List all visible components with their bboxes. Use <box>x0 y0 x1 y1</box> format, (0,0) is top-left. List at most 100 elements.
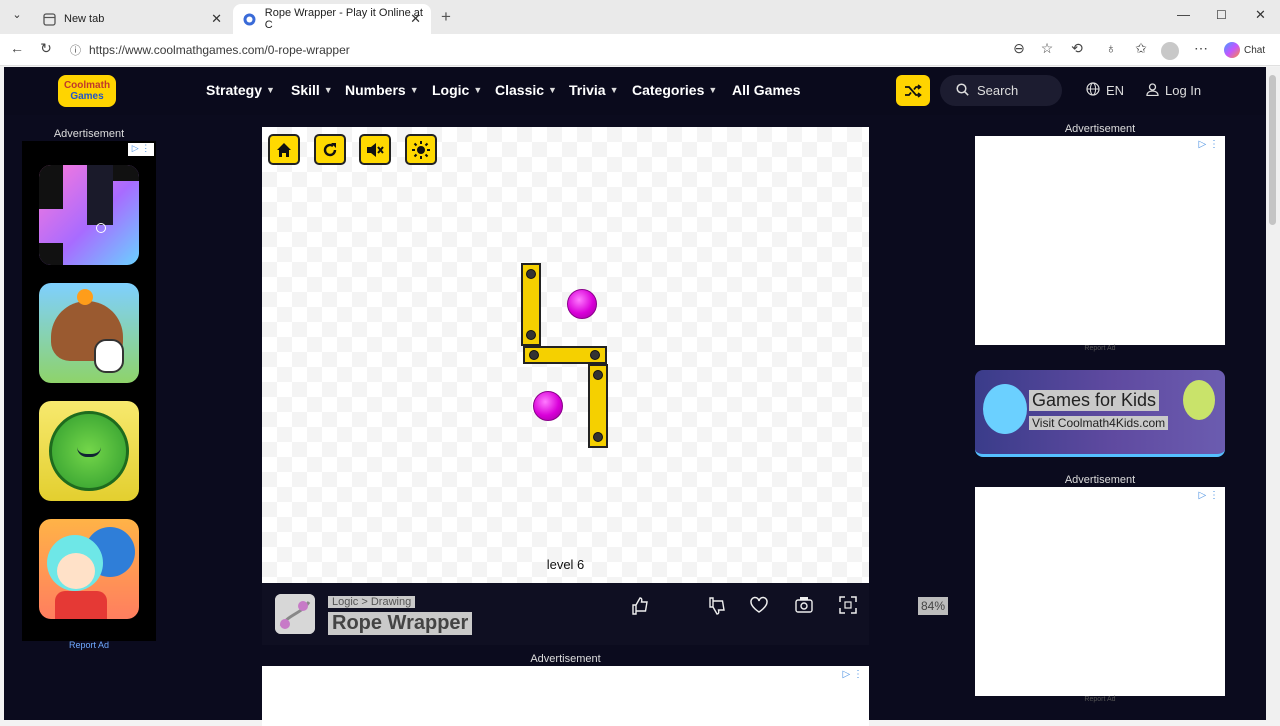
tab-rope-wrapper[interactable]: Rope Wrapper - Play it Online at C ✕ <box>233 4 431 34</box>
peg[interactable] <box>593 432 603 442</box>
peg[interactable] <box>590 350 600 360</box>
kids-ad-title: Games for Kids <box>1029 390 1160 411</box>
browser-toolbar: ← ↻ ⓘ https://www.coolmathgames.com/0-ro… <box>0 34 1280 66</box>
new-tab-button[interactable]: + <box>441 7 451 27</box>
site-header: Coolmath Games Strategy ▼ Skill ▼ Numbers ▼… <box>4 67 1266 115</box>
piano-tiles-app-icon[interactable] <box>39 165 139 265</box>
minimize-icon[interactable]: — <box>1177 7 1190 22</box>
home-button[interactable] <box>268 134 300 165</box>
adchoices-icon[interactable]: ▷ ⋮ <box>128 143 154 156</box>
peg[interactable] <box>526 269 536 279</box>
level-indicator: level 6 <box>546 557 585 572</box>
thumbs-up-icon[interactable] <box>628 596 652 621</box>
tab-label: New tab <box>64 13 105 25</box>
address-bar[interactable]: ⓘ https://www.coolmathgames.com/0-rope-w… <box>64 38 1044 62</box>
sun-icon <box>412 140 430 159</box>
search-button[interactable]: Search <box>940 75 1062 106</box>
performance-icon[interactable]: ♁ <box>1101 40 1121 56</box>
alien-mascot-icon <box>1183 380 1215 420</box>
breadcrumb-drawing[interactable]: Drawing <box>371 596 411 608</box>
maximize-icon[interactable]: ☐ <box>1216 8 1227 22</box>
ad-label: Advertisement <box>1064 123 1136 135</box>
game-canvas[interactable]: level 6 <box>262 127 869 583</box>
close-tab-icon[interactable]: ✕ <box>410 11 421 27</box>
random-game-button[interactable] <box>896 75 930 106</box>
adchoices-icon[interactable]: ▷ ⋮ <box>1199 139 1219 150</box>
game-info-bar: Logic > Drawing Rope Wrapper 84% <box>262 583 949 645</box>
nav-trivia[interactable]: Trivia ▼ <box>569 82 619 98</box>
breadcrumb: Logic > Drawing <box>328 596 416 608</box>
login-label: Log In <box>1165 83 1202 98</box>
chevron-down-icon: ▼ <box>473 85 483 95</box>
close-tab-icon[interactable]: ✕ <box>211 11 222 27</box>
favorite-heart-icon[interactable] <box>747 596 771 619</box>
mute-button[interactable] <box>359 134 391 165</box>
shuffle-icon <box>905 83 922 98</box>
nav-label: Skill <box>291 82 320 98</box>
more-menu-icon[interactable]: ⋯ <box>1191 40 1211 57</box>
nav-numbers[interactable]: Numbers ▼ <box>345 82 419 98</box>
tab-list-chevron-icon[interactable]: ⌄ <box>8 8 26 26</box>
profile-avatar[interactable] <box>1161 42 1179 60</box>
globe-icon <box>1086 82 1100 99</box>
ad-label: Advertisement <box>53 128 125 140</box>
nav-label: Trivia <box>569 82 606 98</box>
tab-new-tab[interactable]: New tab ✕ <box>32 4 232 34</box>
screenshot-icon[interactable] <box>792 596 816 619</box>
magenta-ball[interactable] <box>533 391 563 421</box>
breadcrumb-logic[interactable]: Logic <box>332 596 358 608</box>
ad-label: Advertisement <box>530 653 601 665</box>
adchoices-icon[interactable]: ▷ ⋮ <box>843 669 863 680</box>
coolmath-favicon-icon <box>243 12 257 26</box>
thumbs-down-icon[interactable] <box>705 596 729 621</box>
reader-mode-icon[interactable]: ⊖ <box>1009 40 1029 57</box>
browser-tab-bar: ⌄ New tab ✕ Rope Wrapper - Play it Onlin… <box>0 0 1280 34</box>
coolmath4kids-banner[interactable]: Games for Kids Visit Coolmath4Kids.com <box>975 370 1225 457</box>
language-selector[interactable]: EN <box>1080 75 1138 106</box>
nav-strategy[interactable]: Strategy ▼ <box>206 82 275 98</box>
peg[interactable] <box>593 370 603 380</box>
logo-text: Coolmath <box>63 80 111 91</box>
coolmath-logo[interactable]: Coolmath Games <box>58 75 116 107</box>
bottom-advertisement[interactable]: ▷ ⋮ <box>262 666 869 726</box>
octopus-mascot-icon <box>983 384 1027 434</box>
extensions-icon[interactable]: ⟲ <box>1067 40 1087 57</box>
magenta-ball[interactable] <box>567 289 597 319</box>
chevron-down-icon: ▼ <box>266 85 275 95</box>
site-info-icon[interactable]: ⓘ <box>70 42 81 58</box>
peg[interactable] <box>526 330 536 340</box>
reload-icon[interactable]: ↻ <box>36 40 56 57</box>
close-window-icon[interactable]: ✕ <box>1255 7 1266 23</box>
toca-world-app-icon[interactable] <box>39 519 139 619</box>
adchoices-icon[interactable]: ▷ ⋮ <box>1199 490 1219 501</box>
report-ad-link[interactable]: Report Ad <box>975 696 1225 703</box>
left-advertisement[interactable]: ▷ ⋮ <box>22 141 156 641</box>
search-icon <box>956 82 969 99</box>
nav-classic[interactable]: Classic ▼ <box>495 82 557 98</box>
peg[interactable] <box>529 350 539 360</box>
favorite-star-icon[interactable]: ☆ <box>1037 40 1057 57</box>
capybara-game-app-icon[interactable] <box>39 283 139 383</box>
report-ad-link[interactable]: Report Ad <box>975 345 1225 352</box>
nav-logic[interactable]: Logic ▼ <box>432 82 482 98</box>
right-advertisement-top[interactable]: ▷ ⋮ <box>975 136 1225 345</box>
restart-button[interactable] <box>314 134 346 165</box>
nav-all-games[interactable]: All Games <box>732 82 800 98</box>
brightness-button[interactable] <box>405 134 437 165</box>
report-ad-link[interactable]: Report Ad <box>22 640 156 650</box>
logo-text: Games <box>70 91 104 102</box>
favorites-icon[interactable]: ✩ <box>1131 40 1151 57</box>
fullscreen-icon[interactable] <box>836 596 860 619</box>
page-scrollbar[interactable] <box>1266 67 1280 720</box>
nav-skill[interactable]: Skill ▼ <box>291 82 333 98</box>
copilot-chat-button[interactable]: Chat <box>1224 42 1265 58</box>
watermelon-game-app-icon[interactable] <box>39 401 139 501</box>
back-arrow-icon[interactable]: ← <box>7 40 27 56</box>
chat-label: Chat <box>1244 44 1266 56</box>
right-advertisement-bottom[interactable]: ▷ ⋮ <box>975 487 1225 696</box>
site-page: Coolmath Games Strategy ▼ Skill ▼ Numbers ▼… <box>4 67 1266 726</box>
nav-categories[interactable]: Categories ▼ <box>632 82 717 98</box>
login-button[interactable]: Log In <box>1140 75 1220 106</box>
user-icon <box>1146 82 1159 99</box>
scrollbar-thumb[interactable] <box>1269 75 1276 225</box>
